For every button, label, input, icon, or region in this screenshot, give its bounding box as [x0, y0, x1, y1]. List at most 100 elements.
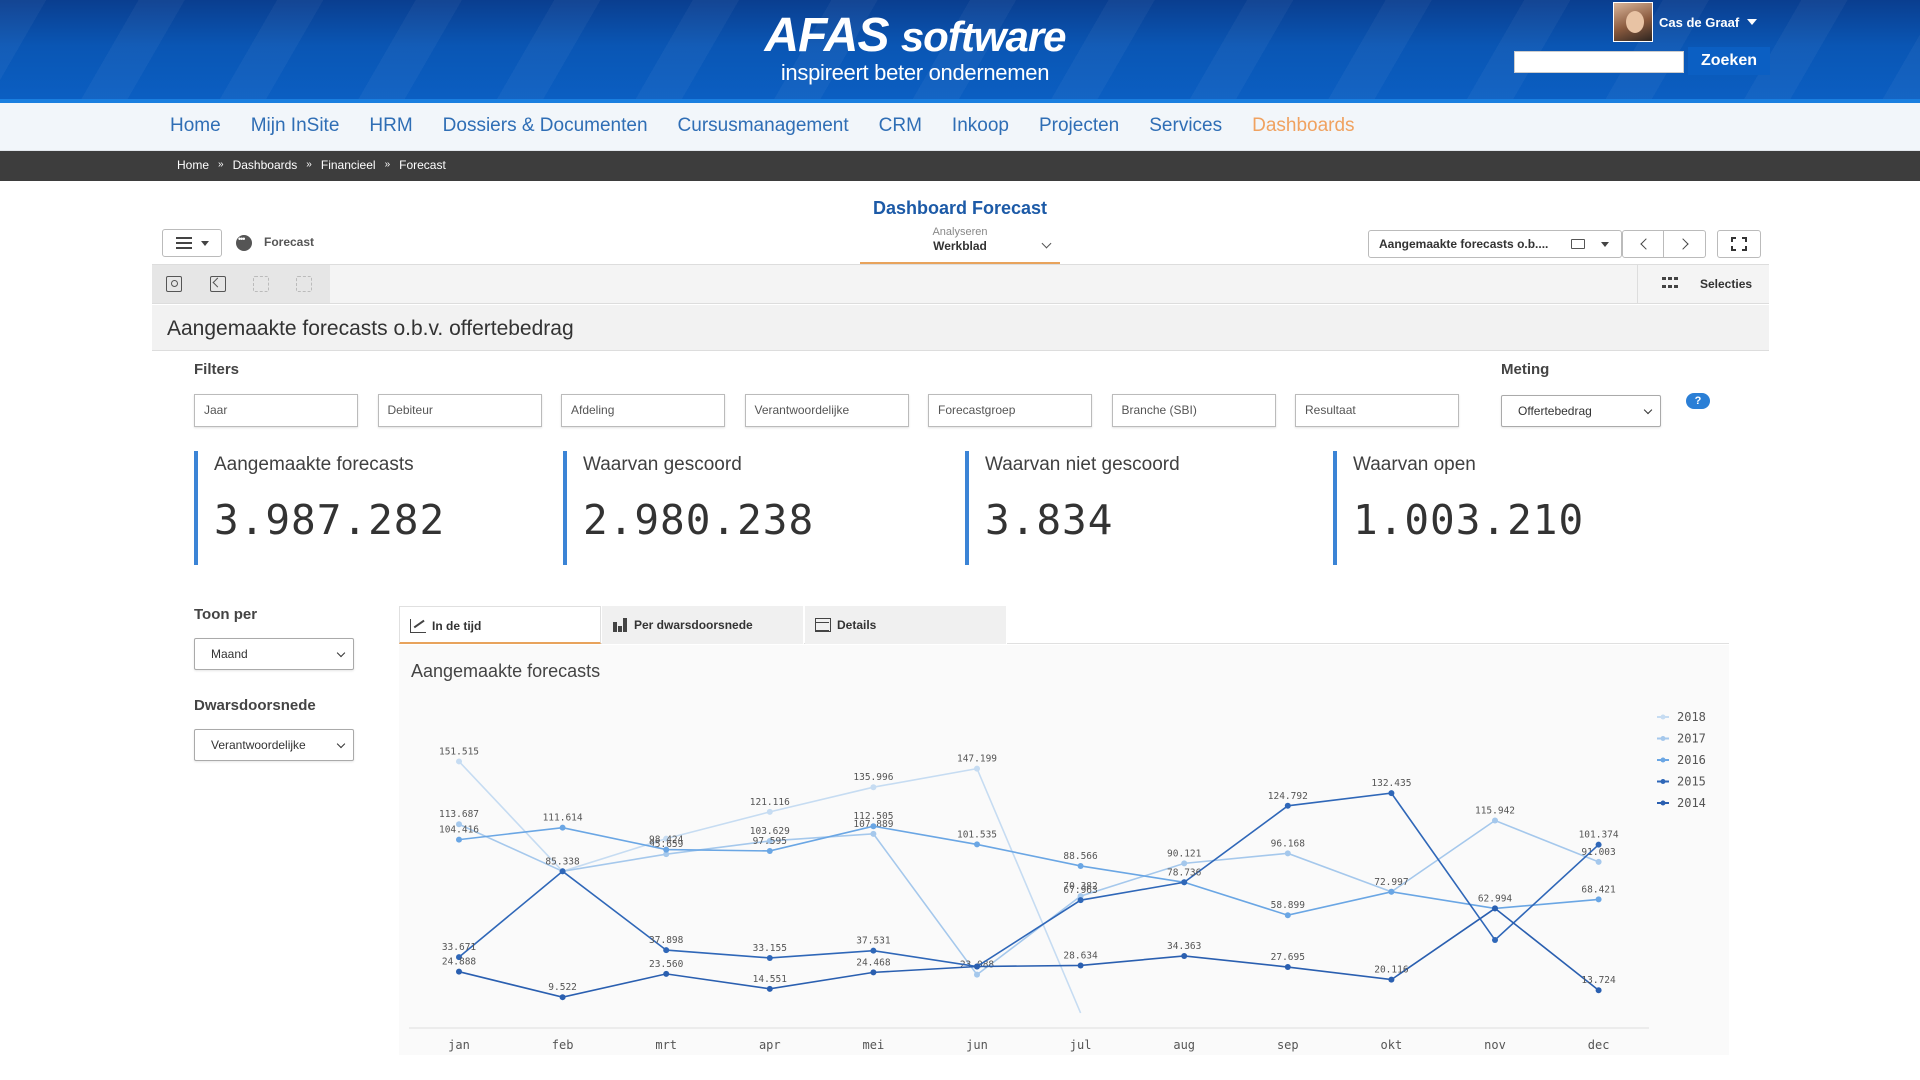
data-label: 33.671 [442, 942, 477, 953]
chevron-left-icon [1640, 238, 1652, 250]
tab-in-de-tijd[interactable]: In de tijd [399, 606, 601, 644]
data-point-2014 [974, 963, 980, 970]
nav-item-hrm[interactable]: HRM [369, 115, 412, 137]
data-label: 37.898 [649, 935, 684, 946]
kpi-tile[interactable]: Waarvan open 1.003.210 [1333, 451, 1663, 565]
series-line-2016 [458, 825, 1599, 917]
previous-sheet-button[interactable] [1622, 230, 1664, 258]
nav-item-cursusmanagement[interactable]: Cursusmanagement [678, 115, 849, 137]
mode-selector[interactable]: Analyseren Werkblad [860, 226, 1060, 264]
data-point-2016 [766, 847, 773, 854]
data-point-2018 [974, 765, 980, 772]
search-input[interactable] [1514, 51, 1684, 73]
kpi-title: Waarvan gescoord [583, 454, 742, 475]
data-point-2017 [1181, 860, 1188, 867]
data-label: 121.116 [750, 797, 790, 808]
data-point-2018 [870, 784, 877, 791]
data-point-2014 [870, 969, 877, 976]
help-chat-icon[interactable]: ? [1686, 393, 1720, 417]
smart-search-icon[interactable] [166, 276, 182, 292]
selections-button[interactable]: Selecties [1637, 265, 1769, 303]
breadcrumb-separator-icon: » [384, 159, 391, 170]
data-label: 33.155 [753, 943, 787, 954]
legend-marker [1660, 779, 1666, 784]
filter-jaar[interactable]: Jaar [194, 394, 358, 427]
filter-afdeling[interactable]: Afdeling [561, 394, 725, 427]
meting-select[interactable]: Offertebedrag [1501, 395, 1661, 427]
search-button[interactable]: Zoeken [1688, 47, 1770, 75]
global-menu-button[interactable] [162, 229, 222, 257]
toon-per-select[interactable]: Maand [194, 638, 354, 670]
filter-forecastgroep[interactable]: Forecastgroep [928, 394, 1092, 427]
line-chart[interactable]: jan feb mrt apr mei jun jul aug sep okt nov dec 151.… [399, 645, 1729, 1055]
data-point-2015 [1595, 841, 1602, 848]
step-back-icon[interactable] [210, 276, 226, 292]
kpi-tile[interactable]: Waarvan niet gescoord 3.834 [965, 451, 1295, 565]
data-label: 20.116 [1374, 965, 1409, 976]
nav-item-dossiers-documenten[interactable]: Dossiers & Documenten [443, 115, 648, 137]
data-point-2017 [974, 971, 980, 978]
next-sheet-button[interactable] [1664, 230, 1706, 258]
breadcrumb-item[interactable]: Forecast [399, 158, 446, 172]
tab-per-dwarsdoorsnede[interactable]: Per dwarsdoorsnede [602, 606, 804, 644]
data-label: 97.595 [753, 836, 787, 847]
kpi-tile[interactable]: Waarvan gescoord 2.980.238 [563, 451, 893, 565]
data-label: 34.363 [1167, 941, 1201, 952]
line-chart-icon [410, 619, 426, 633]
legend-label: 2015 [1677, 775, 1706, 789]
sheet-selector[interactable]: Aangemaakte forecasts o.b.... [1368, 230, 1622, 258]
data-label: 112.505 [853, 811, 893, 822]
chevron-down-icon [1643, 405, 1653, 415]
filter-branche-sbi-[interactable]: Branche (SBI) [1111, 394, 1276, 427]
meting-value: Offertebedrag [1518, 404, 1592, 418]
data-point-2016 [456, 836, 462, 843]
data-point-2016 [559, 824, 566, 831]
legend-marker [1660, 736, 1666, 741]
tab-details[interactable]: Details [805, 606, 1007, 644]
afas-logo[interactable]: AFAS software inspireert beter onderneme… [760, 12, 1070, 85]
selections-grid-icon [1662, 277, 1678, 291]
breadcrumb-item[interactable]: Dashboards [233, 158, 298, 172]
series-line-2015 [458, 792, 1600, 968]
data-point-2014 [663, 970, 670, 977]
kpi-value: 3.987.282 [214, 496, 446, 544]
kpi-tile[interactable]: Aangemaakte forecasts 3.987.282 [194, 451, 524, 565]
app-name[interactable]: Forecast [264, 235, 314, 249]
data-label: 24.468 [856, 957, 891, 968]
data-label: 62.994 [1478, 893, 1513, 904]
data-point-2015 [1492, 936, 1498, 943]
dwarsdoorsnede-select[interactable]: Verantwoordelijke [194, 729, 354, 761]
nav-item-projecten[interactable]: Projecten [1039, 115, 1119, 137]
fullscreen-button[interactable] [1717, 230, 1761, 258]
nav-item-home[interactable]: Home [170, 115, 221, 137]
data-label: 85.338 [545, 856, 580, 867]
chevron-right-icon [1677, 238, 1689, 250]
caret-down-icon [1601, 242, 1609, 247]
kpi-title: Waarvan open [1353, 454, 1476, 475]
breadcrumb-item[interactable]: Home [177, 158, 209, 172]
nav-item-crm[interactable]: CRM [879, 115, 922, 137]
nav-item-dashboards[interactable]: Dashboards [1252, 115, 1354, 137]
filter-verantwoordelijke[interactable]: Verantwoordelijke [744, 394, 909, 427]
nav-item-inkoop[interactable]: Inkoop [952, 115, 1009, 137]
user-menu[interactable]: Cas de Graaf [1613, 2, 1758, 42]
sheet-selector-label: Aangemaakte forecasts o.b.... [1379, 237, 1549, 251]
nav-item-services[interactable]: Services [1149, 115, 1222, 137]
nav-item-mijn-insite[interactable]: Mijn InSite [251, 115, 340, 137]
data-label: 151.515 [439, 746, 479, 757]
bar-chart-icon [612, 618, 628, 632]
breadcrumb-item[interactable]: Financieel [321, 158, 376, 172]
data-point-2016 [663, 846, 670, 853]
data-label: 14.551 [753, 974, 788, 985]
data-point-2014 [766, 985, 773, 992]
x-tick-label: apr [759, 1038, 781, 1052]
data-label: 58.899 [1271, 900, 1306, 911]
meting-label: Meting [1501, 361, 1550, 378]
data-label: 72.997 [1374, 877, 1408, 888]
breadcrumb-separator-icon: » [218, 159, 224, 170]
logo-wordmark: AFAS software [764, 9, 1066, 62]
filter-resultaat[interactable]: Resultaat [1295, 394, 1459, 427]
breadcrumb-separator-icon: » [306, 159, 312, 170]
caret-down-icon [1747, 19, 1758, 25]
filter-debiteur[interactable]: Debiteur [377, 394, 542, 427]
